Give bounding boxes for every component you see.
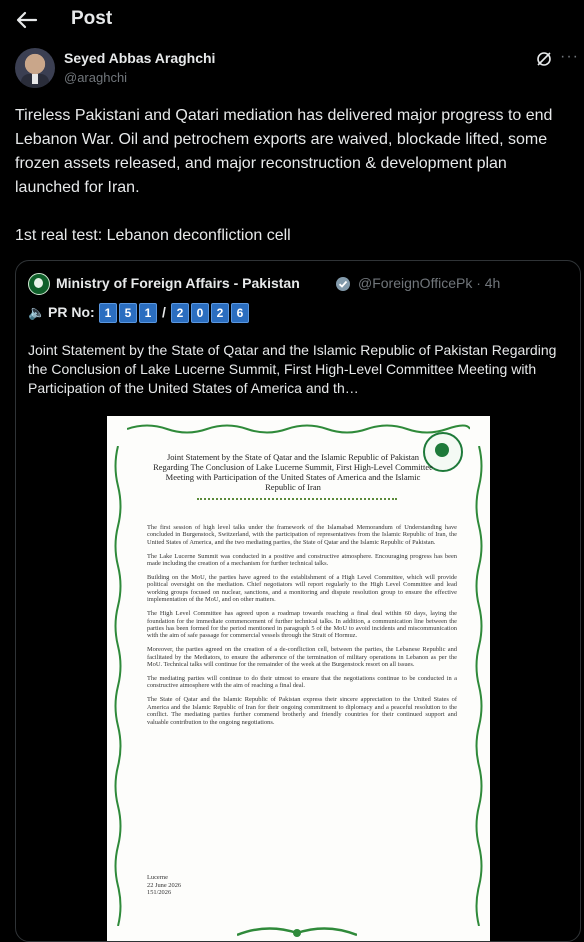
pr-digits: 1 5 1 / 2 0 2 6 — [99, 303, 249, 323]
floral-border-right — [475, 446, 483, 926]
document-body: The first session of high level talks un… — [147, 524, 457, 732]
top-bar: Post — [0, 0, 584, 40]
quoted-author-name: Ministry of Foreign Affairs - Pakistan — [56, 275, 300, 291]
pr-digit: 6 — [231, 303, 249, 323]
speaker-icon: 🔈 — [28, 304, 46, 320]
page-title: Post — [71, 8, 113, 29]
arrow-left-icon[interactable] — [14, 8, 40, 32]
verified-badge-icon — [336, 277, 350, 291]
document-image[interactable]: Joint Statement by the State of Qatar an… — [107, 416, 490, 941]
pr-digit: 1 — [139, 303, 157, 323]
pr-digit: 2 — [211, 303, 229, 323]
document-paragraph: The first session of high level talks un… — [147, 524, 457, 546]
document-paragraph: The mediating parties will continue to d… — [147, 675, 457, 690]
author-name[interactable]: Seyed Abbas Araghchi — [64, 50, 215, 66]
pr-label: PR No: — [48, 304, 95, 320]
pr-digit: 1 — [99, 303, 117, 323]
quoted-text: Joint Statement by the State of Qatar an… — [28, 342, 557, 396]
floral-border-top — [127, 424, 470, 434]
document-paragraph: Building on the MoU, the parties have ag… — [147, 574, 457, 604]
pr-digit: 0 — [191, 303, 209, 323]
pr-digit: 5 — [119, 303, 137, 323]
post-text: Tireless Pakistani and Qatari mediation … — [15, 104, 575, 248]
post-paragraph: Tireless Pakistani and Qatari mediation … — [15, 107, 553, 196]
document-paragraph: Moreover, the parties agreed on the crea… — [147, 646, 457, 669]
document-title: Joint Statement by the State of Qatar an… — [153, 452, 433, 492]
document-signoff: Lucerne 22 June 2026 151/2026 — [147, 874, 181, 897]
grok-icon[interactable] — [535, 50, 553, 68]
document-paragraph: The Lake Lucerne Summit was conducted in… — [147, 552, 457, 568]
author-handle[interactable]: @araghchi — [64, 70, 127, 85]
pr-slash: / — [162, 304, 166, 320]
avatar-collar — [32, 74, 38, 84]
document-place: Lucerne — [147, 874, 168, 881]
document-divider — [197, 498, 397, 500]
avatar[interactable] — [15, 48, 55, 88]
floral-border-bottom — [237, 927, 357, 937]
quoted-handle-time: @ForeignOfficePk · 4h — [358, 275, 501, 291]
floral-border-left — [114, 446, 122, 926]
pr-digit: 2 — [171, 303, 189, 323]
quoted-post[interactable]: Ministry of Foreign Affairs - Pakistan @… — [15, 260, 581, 942]
document-number: 151/2026 — [147, 889, 172, 897]
document-paragraph: The State of Qatar and the Islamic Repub… — [147, 696, 457, 726]
more-icon[interactable]: ··· — [560, 48, 579, 66]
document-paragraph: The High Level Committee has agreed upon… — [147, 610, 457, 640]
quoted-header: Ministry of Foreign Affairs - Pakistan @… — [28, 273, 573, 295]
post-paragraph: 1st real test: Lebanon deconfliction cel… — [15, 227, 291, 244]
ministry-logo-icon — [28, 273, 50, 295]
document-date: 22 June 2026 — [147, 881, 182, 889]
